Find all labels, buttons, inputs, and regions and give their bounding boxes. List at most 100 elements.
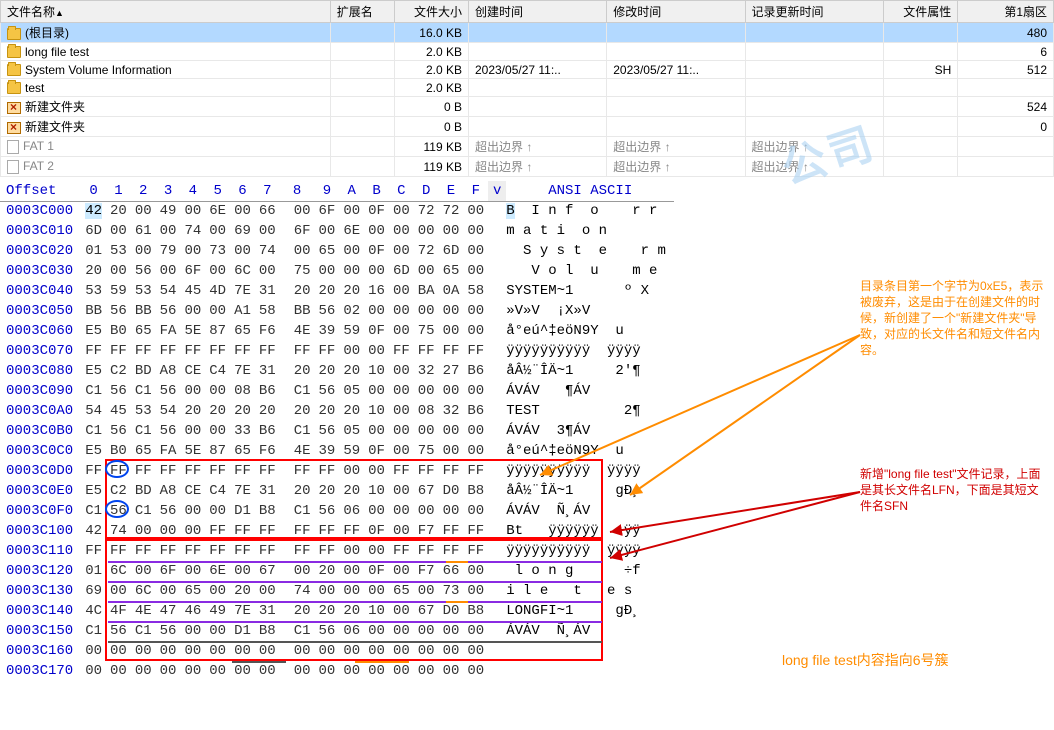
hex-byte[interactable]: 20 (315, 361, 340, 381)
hex-byte[interactable]: 00 (339, 661, 364, 681)
hex-byte[interactable]: FF (315, 521, 340, 541)
hex-byte[interactable]: 05 (339, 381, 364, 401)
hex-byte[interactable]: 00 (280, 241, 315, 261)
hex-byte[interactable]: 00 (280, 661, 315, 681)
hex-byte[interactable]: 00 (106, 641, 131, 661)
hex-byte[interactable]: 53 (81, 281, 106, 301)
col-ext-header[interactable]: 扩展名 (330, 1, 394, 23)
hex-byte[interactable]: C1 (131, 381, 156, 401)
hex-byte[interactable]: 6E (205, 561, 230, 581)
hex-byte[interactable]: 56 (315, 421, 340, 441)
hex-byte[interactable]: 00 (280, 561, 315, 581)
hex-byte[interactable]: 20 (280, 361, 315, 381)
hex-byte[interactable]: 00 (463, 381, 488, 401)
hex-byte[interactable]: 20 (315, 561, 340, 581)
hex-byte[interactable]: 00 (414, 621, 439, 641)
hex-byte[interactable]: 00 (389, 281, 414, 301)
hex-byte[interactable]: 73 (205, 241, 230, 261)
hex-byte[interactable]: FF (230, 341, 255, 361)
hex-byte[interactable]: FF (280, 541, 315, 561)
hex-byte[interactable]: 5E (180, 321, 205, 341)
hex-byte[interactable]: 00 (205, 501, 230, 521)
hex-byte[interactable]: 00 (414, 261, 439, 281)
hex-byte[interactable]: 00 (180, 421, 205, 441)
table-row[interactable]: 新建文件夹0 B524 (1, 97, 1054, 117)
hex-byte[interactable]: 00 (463, 441, 488, 461)
table-row[interactable]: 新建文件夹0 B0 (1, 117, 1054, 137)
hex-byte[interactable]: 00 (414, 221, 439, 241)
col-size-header[interactable]: 文件大小 (394, 1, 468, 23)
hex-byte[interactable]: 00 (463, 261, 488, 281)
hex-byte[interactable]: 00 (156, 261, 181, 281)
hex-byte[interactable]: 20 (280, 601, 315, 621)
hex-byte[interactable]: D0 (439, 481, 464, 501)
hex-byte[interactable]: 00 (389, 481, 414, 501)
hex-byte[interactable]: FF (156, 541, 181, 561)
hex-byte[interactable]: FF (205, 521, 230, 541)
hex-viewer[interactable]: Offset 0 1 2 3 4 5 6 7 8 9 A B C D E F v… (0, 181, 1054, 681)
hex-byte[interactable]: 00 (156, 521, 181, 541)
hex-byte[interactable]: 65 (439, 261, 464, 281)
hex-byte[interactable]: C1 (280, 421, 315, 441)
hex-byte[interactable]: 7E (230, 481, 255, 501)
hex-byte[interactable]: 42 (81, 201, 106, 221)
hex-byte[interactable]: 00 (463, 421, 488, 441)
hex-byte[interactable]: 00 (339, 241, 364, 261)
hex-byte[interactable]: 56 (106, 301, 131, 321)
hex-byte[interactable]: B6 (255, 421, 280, 441)
hex-row[interactable]: 0003C13069006C00650020007400000065007300… (0, 581, 674, 601)
hex-byte[interactable]: 7E (230, 601, 255, 621)
hex-byte[interactable]: C1 (280, 501, 315, 521)
file-list-table[interactable]: 文件名称▲ 扩展名 文件大小 创建时间 修改时间 记录更新时间 文件属性 第1扇… (0, 0, 1054, 177)
hex-byte[interactable]: 0F (364, 521, 389, 541)
hex-byte[interactable]: 00 (414, 421, 439, 441)
hex-byte[interactable]: 00 (439, 381, 464, 401)
hex-byte[interactable]: FF (156, 461, 181, 481)
hex-byte[interactable]: 00 (106, 261, 131, 281)
hex-byte[interactable]: FF (339, 521, 364, 541)
hex-byte[interactable]: 00 (255, 581, 280, 601)
hex-byte[interactable]: 54 (156, 401, 181, 421)
hex-byte[interactable]: 56 (315, 301, 340, 321)
hex-byte[interactable]: 06 (339, 621, 364, 641)
hex-byte[interactable]: C1 (280, 381, 315, 401)
hex-byte[interactable]: 20 (315, 281, 340, 301)
hex-byte[interactable]: 00 (389, 621, 414, 641)
hex-byte[interactable]: B0 (106, 441, 131, 461)
hex-byte[interactable]: 00 (463, 641, 488, 661)
hex-row[interactable]: 0003C110FFFFFFFFFFFFFFFFFFFF0000FFFFFFFF… (0, 541, 674, 561)
hex-byte[interactable]: 00 (230, 641, 255, 661)
hex-byte[interactable]: 65 (131, 321, 156, 341)
hex-byte[interactable]: 00 (389, 661, 414, 681)
hex-byte[interactable]: FF (205, 541, 230, 561)
hex-row[interactable]: 0003C120016C006F006E00670020000F00F76600… (0, 561, 674, 581)
hex-byte[interactable]: 56 (156, 501, 181, 521)
hex-row[interactable]: 0003C050BB56BB560000A158BB56020000000000… (0, 301, 674, 321)
hex-byte[interactable]: 00 (439, 501, 464, 521)
hex-byte[interactable]: 20 (180, 401, 205, 421)
hex-byte[interactable]: 00 (463, 581, 488, 601)
table-row[interactable]: FAT 1119 KB超出边界 ↑超出边界 ↑超出边界 ↑ (1, 137, 1054, 157)
hex-byte[interactable]: 00 (205, 221, 230, 241)
hex-row[interactable]: 0003C16000000000000000000000000000000000 (0, 641, 674, 661)
hex-byte[interactable]: 47 (156, 601, 181, 621)
hex-byte[interactable]: 00 (463, 241, 488, 261)
hex-byte[interactable]: A8 (156, 361, 181, 381)
hex-byte[interactable]: 00 (414, 501, 439, 521)
hex-byte[interactable]: 20 (339, 401, 364, 421)
hex-byte[interactable]: 00 (364, 541, 389, 561)
hex-byte[interactable]: 20 (339, 281, 364, 301)
hex-byte[interactable]: 6F (180, 261, 205, 281)
hex-row[interactable]: 0003C00042200049006E0066006F000F00727200… (0, 201, 674, 221)
hex-byte[interactable]: 20 (280, 281, 315, 301)
hex-byte[interactable]: 69 (230, 221, 255, 241)
hex-byte[interactable]: FF (106, 461, 131, 481)
hex-byte[interactable]: FF (230, 521, 255, 541)
hex-byte[interactable]: CE (180, 361, 205, 381)
hex-byte[interactable]: 00 (131, 641, 156, 661)
hex-byte[interactable]: 74 (280, 581, 315, 601)
table-row[interactable]: long file test2.0 KB6 (1, 43, 1054, 61)
hex-byte[interactable]: 72 (439, 201, 464, 221)
hex-byte[interactable]: 0A (439, 281, 464, 301)
table-row[interactable]: System Volume Information2.0 KB2023/05/2… (1, 61, 1054, 79)
